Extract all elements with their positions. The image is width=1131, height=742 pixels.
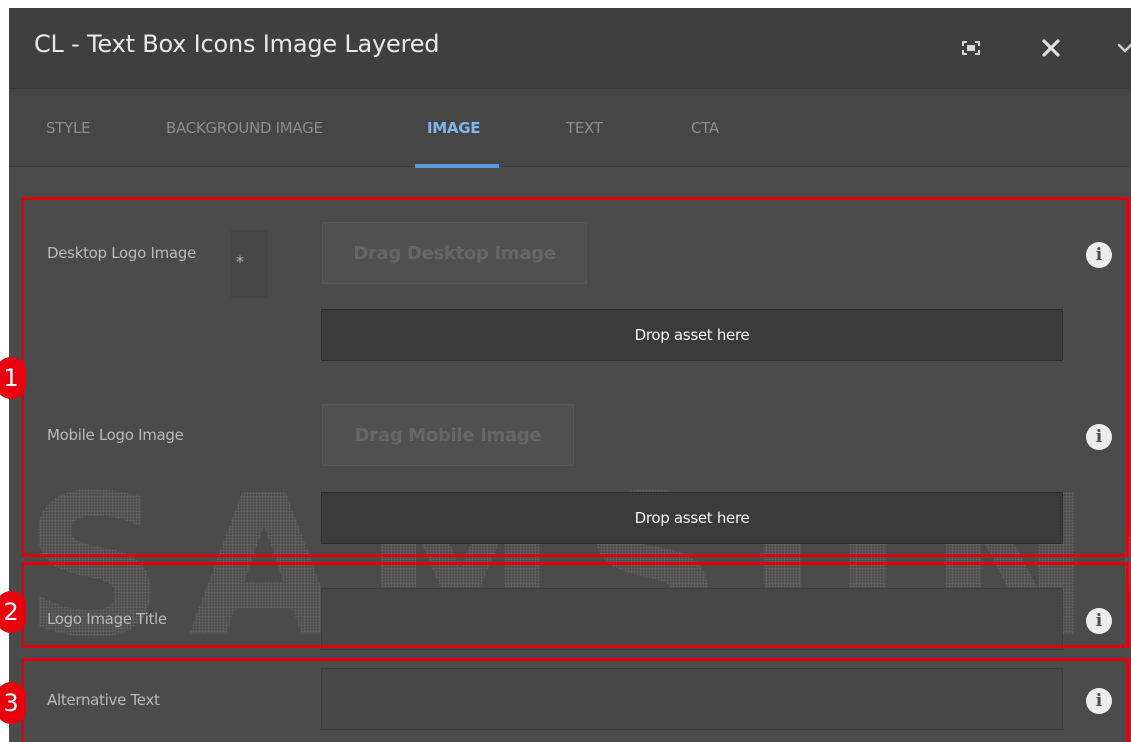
logo-image-title-input[interactable] xyxy=(321,588,1063,650)
alt-text-info-icon[interactable]: i xyxy=(1086,688,1112,714)
tab-content-image: SAMSUNG Desktop Logo Image * Drag Deskto… xyxy=(9,168,1131,742)
annotation-badge-1: 1 xyxy=(0,357,26,399)
tab-cta[interactable]: CTA xyxy=(691,119,719,137)
logo-title-info-icon[interactable]: i xyxy=(1086,608,1112,634)
required-marker: * xyxy=(230,230,268,298)
alternative-text-label: Alternative Text xyxy=(47,691,160,709)
fullscreen-icon[interactable] xyxy=(953,30,989,66)
alternative-text-input[interactable] xyxy=(321,668,1063,730)
annotation-badge-2: 2 xyxy=(0,591,26,633)
component-dialog: CL - Text Box Icons Image Layered STYLE … xyxy=(9,8,1131,742)
tab-style[interactable]: STYLE xyxy=(46,119,90,137)
chevron-down-icon[interactable] xyxy=(1113,30,1131,66)
desktop-logo-info-icon[interactable]: i xyxy=(1086,242,1112,268)
tab-image[interactable]: IMAGE xyxy=(427,119,480,137)
close-icon[interactable] xyxy=(1033,30,1069,66)
drag-mobile-image-button[interactable]: Drag Mobile Image xyxy=(322,404,574,466)
drag-desktop-image-button[interactable]: Drag Desktop Image xyxy=(322,222,587,284)
dialog-header: CL - Text Box Icons Image Layered xyxy=(9,8,1131,89)
tab-background-image[interactable]: BACKGROUND IMAGE xyxy=(166,119,323,137)
annotation-badge-3: 3 xyxy=(0,682,26,724)
dialog-title: CL - Text Box Icons Image Layered xyxy=(34,30,440,58)
mobile-logo-info-icon[interactable]: i xyxy=(1086,424,1112,450)
mobile-logo-label: Mobile Logo Image xyxy=(47,426,184,444)
tab-text[interactable]: TEXT xyxy=(566,119,603,137)
desktop-logo-label: Desktop Logo Image xyxy=(47,244,196,262)
logo-image-title-label: Logo Image Title xyxy=(47,610,167,628)
tab-bar: STYLE BACKGROUND IMAGE IMAGE TEXT CTA xyxy=(9,89,1131,168)
mobile-drop-zone[interactable]: Drop asset here xyxy=(321,492,1063,544)
desktop-drop-zone[interactable]: Drop asset here xyxy=(321,309,1063,361)
